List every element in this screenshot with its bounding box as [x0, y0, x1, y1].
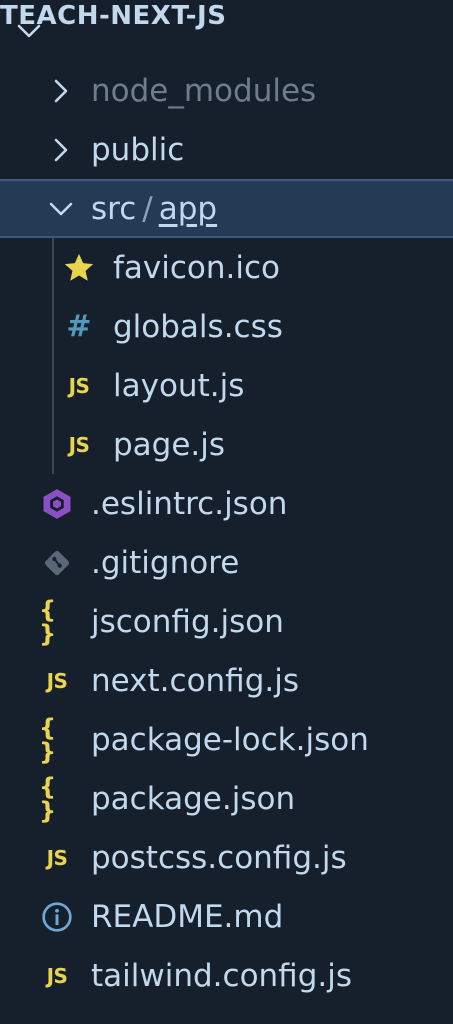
file-eslintrc[interactable]: .eslintrc.json	[0, 474, 453, 533]
folder-app-label[interactable]: app	[159, 191, 217, 227]
git-icon	[39, 545, 75, 581]
file-label: layout.js	[113, 367, 245, 404]
file-jsconfig[interactable]: { } jsconfig.json	[0, 592, 453, 651]
chevron-right-icon[interactable]	[46, 135, 76, 165]
file-layout-js[interactable]: JS layout.js	[0, 356, 453, 415]
folder-label: node_modules	[91, 72, 317, 109]
file-label: README.md	[91, 898, 284, 935]
js-icon: JS	[68, 373, 90, 398]
path-separator: /	[142, 190, 153, 227]
chevron-down-icon[interactable]	[46, 194, 76, 224]
file-label: package-lock.json	[91, 721, 369, 758]
file-favicon[interactable]: favicon.ico	[0, 238, 453, 297]
info-icon	[39, 899, 75, 935]
js-icon: JS	[68, 432, 90, 457]
css-hash-icon: #	[66, 308, 92, 344]
file-label: postcss.config.js	[91, 839, 347, 876]
file-label: globals.css	[113, 308, 283, 345]
json-braces-icon: { }	[39, 595, 59, 648]
folder-src-app[interactable]: src / app	[0, 179, 453, 238]
file-gitignore[interactable]: .gitignore	[0, 533, 453, 592]
file-label: tailwind.config.js	[91, 957, 353, 994]
file-label: .gitignore	[91, 544, 240, 581]
folder-label: public	[91, 131, 185, 168]
file-page-js[interactable]: JS page.js	[0, 415, 453, 474]
star-icon	[61, 250, 97, 286]
file-label: next.config.js	[91, 662, 300, 699]
js-icon: JS	[46, 963, 68, 988]
chevron-right-icon[interactable]	[46, 76, 76, 106]
chevron-down-icon[interactable]	[14, 16, 44, 46]
json-braces-icon: { }	[39, 713, 59, 766]
js-icon: JS	[46, 845, 68, 870]
file-label: package.json	[91, 780, 296, 817]
file-label: favicon.ico	[113, 249, 281, 286]
folder-node-modules[interactable]: node_modules	[0, 61, 453, 120]
file-label: jsconfig.json	[91, 603, 284, 640]
file-explorer: TEACH-NEXT-JS node_modules public src / ap…	[0, 0, 453, 1024]
json-braces-icon: { }	[39, 772, 59, 825]
file-next-config[interactable]: JS next.config.js	[0, 651, 453, 710]
folder-src-label[interactable]: src	[91, 191, 136, 227]
file-globals-css[interactable]: # globals.css	[0, 297, 453, 356]
file-postcss-config[interactable]: JS postcss.config.js	[0, 828, 453, 887]
eslint-icon	[39, 486, 75, 522]
file-package-json[interactable]: { } package.json	[0, 769, 453, 828]
file-label: .eslintrc.json	[91, 485, 288, 522]
file-label: page.js	[113, 426, 226, 463]
explorer-root-header[interactable]: TEACH-NEXT-JS	[0, 1, 453, 60]
file-tailwind-config[interactable]: JS tailwind.config.js	[0, 946, 453, 1005]
folder-public[interactable]: public	[0, 120, 453, 179]
js-icon: JS	[46, 668, 68, 693]
file-package-lock[interactable]: { } package-lock.json	[0, 710, 453, 769]
compact-folder-path: src / app	[91, 189, 217, 229]
file-readme[interactable]: README.md	[0, 887, 453, 946]
